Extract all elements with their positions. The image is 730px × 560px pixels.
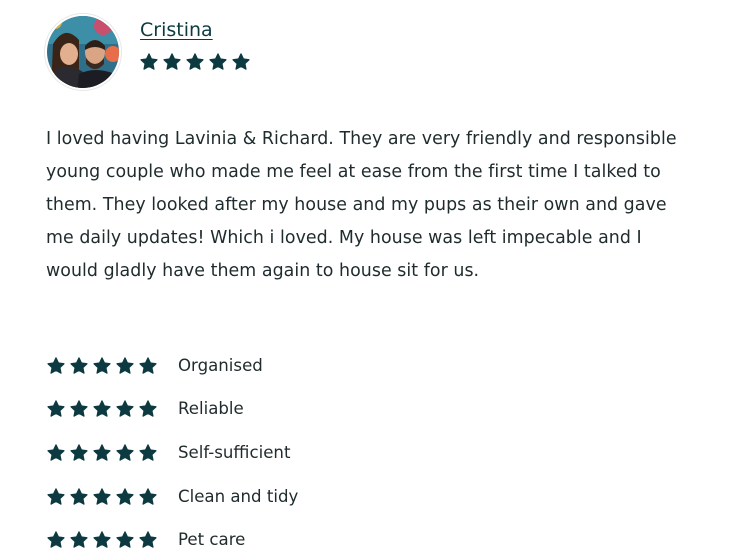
rating-label: Clean and tidy [178, 486, 299, 506]
star-icon [138, 487, 158, 507]
reviewer-name-link[interactable]: Cristina [140, 18, 213, 42]
star-icon [92, 530, 112, 550]
review-card: Cristina I loved having Lavinia & Richar… [0, 0, 730, 560]
rating-row: Clean and tidy [46, 475, 298, 519]
star-icon [139, 52, 159, 72]
rating-label: Reliable [178, 399, 244, 419]
star-icon [69, 443, 89, 463]
overall-star-rating [139, 52, 251, 72]
avatar-photo [45, 14, 121, 90]
rating-stars [46, 399, 178, 419]
star-icon [46, 530, 66, 550]
star-icon [185, 52, 205, 72]
star-icon [138, 399, 158, 419]
star-icon [46, 356, 66, 376]
star-icon [92, 399, 112, 419]
star-icon [115, 443, 135, 463]
star-icon [46, 443, 66, 463]
rating-stars [46, 487, 178, 507]
rating-row: Organised [46, 344, 298, 388]
star-icon [115, 399, 135, 419]
star-icon [115, 530, 135, 550]
star-icon [115, 487, 135, 507]
review-text: I loved having Lavinia & Richard. They a… [46, 129, 677, 281]
star-icon [69, 487, 89, 507]
star-icon [69, 530, 89, 550]
star-icon [69, 399, 89, 419]
star-icon [208, 52, 228, 72]
rating-stars [46, 443, 178, 463]
reviewer-avatar[interactable] [45, 14, 121, 90]
star-icon [138, 530, 158, 550]
rating-stars [46, 530, 178, 550]
star-icon [138, 356, 158, 376]
rating-label: Organised [178, 355, 263, 375]
star-icon [69, 356, 89, 376]
star-icon [138, 443, 158, 463]
rating-row: Pet care [46, 518, 298, 560]
star-icon [92, 443, 112, 463]
rating-label: Self-sufficient [178, 442, 291, 462]
star-icon [92, 487, 112, 507]
star-icon [231, 52, 251, 72]
rating-label: Pet care [178, 530, 246, 550]
rating-row: Reliable [46, 388, 298, 432]
rating-stars [46, 356, 178, 376]
star-icon [46, 399, 66, 419]
star-icon [46, 487, 66, 507]
category-ratings: Organised Reliable Self-sufficient Clean an… [46, 344, 298, 560]
star-icon [115, 356, 135, 376]
star-icon [92, 356, 112, 376]
star-icon [162, 52, 182, 72]
rating-row: Self-sufficient [46, 431, 298, 475]
